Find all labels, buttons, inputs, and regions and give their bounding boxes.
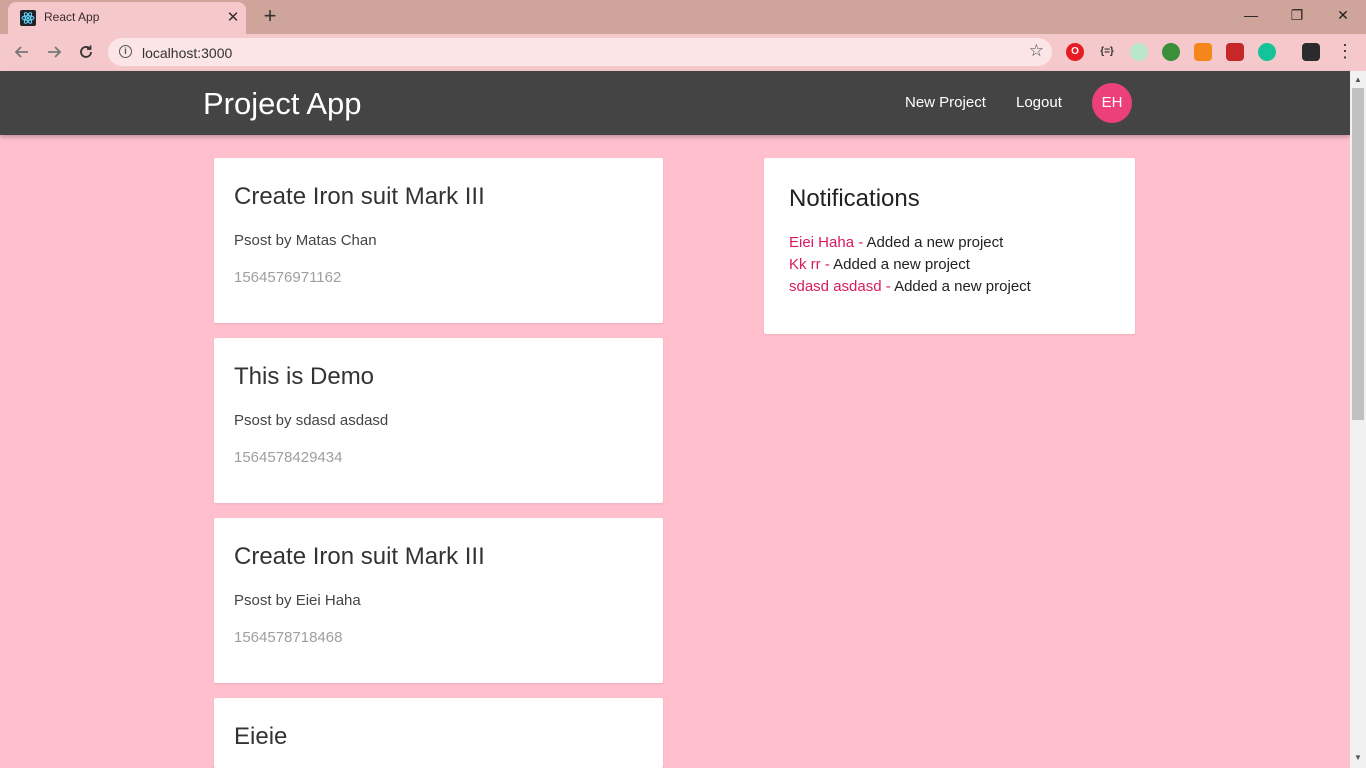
bookmark-star-icon[interactable]: ☆ xyxy=(1029,41,1044,61)
restore-icon[interactable]: ❐ xyxy=(1274,4,1320,30)
notification-user: sdasd asdasd - xyxy=(789,278,891,295)
app-navbar: Project App New Project Logout EH xyxy=(0,71,1350,135)
browser-menu-icon[interactable]: ⋮ xyxy=(1336,41,1354,61)
browser-tab-strip: React App ✕ + — ❐ ✕ xyxy=(0,0,1366,34)
back-arrow-icon[interactable] xyxy=(10,40,34,64)
project-author: Psost by Matas Chan xyxy=(234,232,377,249)
project-date: 1564576971162 xyxy=(234,269,342,286)
address-bar[interactable]: i localhost:3000 ☆ xyxy=(108,38,1052,66)
url-text: localhost:3000 xyxy=(142,45,233,61)
logout-link[interactable]: Logout xyxy=(1016,94,1062,111)
cat-extension-icon[interactable] xyxy=(1130,43,1148,61)
notification-content: Added a new project xyxy=(890,278,1031,295)
new-tab-icon[interactable]: + xyxy=(258,3,282,29)
react-logo-icon xyxy=(20,10,36,26)
notification-user: Kk rr - xyxy=(789,256,830,273)
forward-arrow-icon[interactable] xyxy=(42,40,66,64)
project-card[interactable]: Eieie xyxy=(214,698,663,768)
tab-title: React App xyxy=(44,10,100,24)
reload-icon[interactable] xyxy=(74,40,98,64)
project-author: Psost by Eiei Haha xyxy=(234,592,361,609)
scroll-up-arrow-icon[interactable]: ▲ xyxy=(1350,73,1366,87)
json-viewer-extension-icon[interactable]: {=} xyxy=(1098,43,1116,61)
new-project-link[interactable]: New Project xyxy=(905,94,986,111)
user-avatar[interactable]: EH xyxy=(1092,83,1132,123)
site-info-icon[interactable]: i xyxy=(119,45,132,58)
notification-content: Added a new project xyxy=(863,234,1004,251)
project-title: This is Demo xyxy=(234,363,375,390)
notification-content: Added a new project xyxy=(829,256,970,273)
minimize-icon[interactable]: — xyxy=(1228,4,1274,30)
page-scrollbar[interactable]: ▲ ▼ xyxy=(1350,71,1366,768)
window-close-icon[interactable]: ✕ xyxy=(1320,4,1366,30)
scroll-down-arrow-icon[interactable]: ▼ xyxy=(1350,751,1366,765)
globe-extension-icon[interactable] xyxy=(1162,43,1180,61)
browser-tab[interactable]: React App ✕ xyxy=(8,2,246,34)
project-card[interactable]: Create Iron suit Mark III Psost by Eiei … xyxy=(214,518,663,683)
notification-item: Eiei Haha - Added a new project xyxy=(789,232,1031,254)
notification-item: Kk rr - Added a new project xyxy=(789,254,1031,276)
project-date: 1564578718468 xyxy=(234,629,343,646)
notifications-panel: Notifications Eiei Haha - Added a new pr… xyxy=(764,158,1135,334)
project-card[interactable]: This is Demo Psost by sdasd asdasd 15645… xyxy=(214,338,663,503)
tab-close-icon[interactable]: ✕ xyxy=(224,8,242,26)
project-title: Create Iron suit Mark III xyxy=(234,183,485,210)
brand-logo[interactable]: Project App xyxy=(203,86,362,122)
notification-item: sdasd asdasd - Added a new project xyxy=(789,276,1031,298)
browser-toolbar: i localhost:3000 ☆ O {=} ⋮ xyxy=(0,34,1366,71)
opera-extension-icon[interactable]: O xyxy=(1066,43,1084,61)
screenshot-extension-icon[interactable] xyxy=(1226,43,1244,61)
grammarly-icon[interactable] xyxy=(1258,43,1276,61)
notification-user: Eiei Haha - xyxy=(789,234,864,251)
project-author: Psost by sdasd asdasd xyxy=(234,412,389,429)
notifications-title: Notifications xyxy=(789,185,920,212)
project-title: Create Iron suit Mark III xyxy=(234,543,485,570)
profile-icon[interactable] xyxy=(1302,43,1320,61)
metamask-fox-icon[interactable] xyxy=(1194,43,1212,61)
project-card[interactable]: Create Iron suit Mark III Psost by Matas… xyxy=(214,158,663,323)
project-date: 1564578429434 xyxy=(234,449,343,466)
project-title: Eieie xyxy=(234,723,288,750)
scroll-thumb[interactable] xyxy=(1352,88,1364,420)
notifications-list: Eiei Haha - Added a new project Kk rr - … xyxy=(789,232,1031,298)
